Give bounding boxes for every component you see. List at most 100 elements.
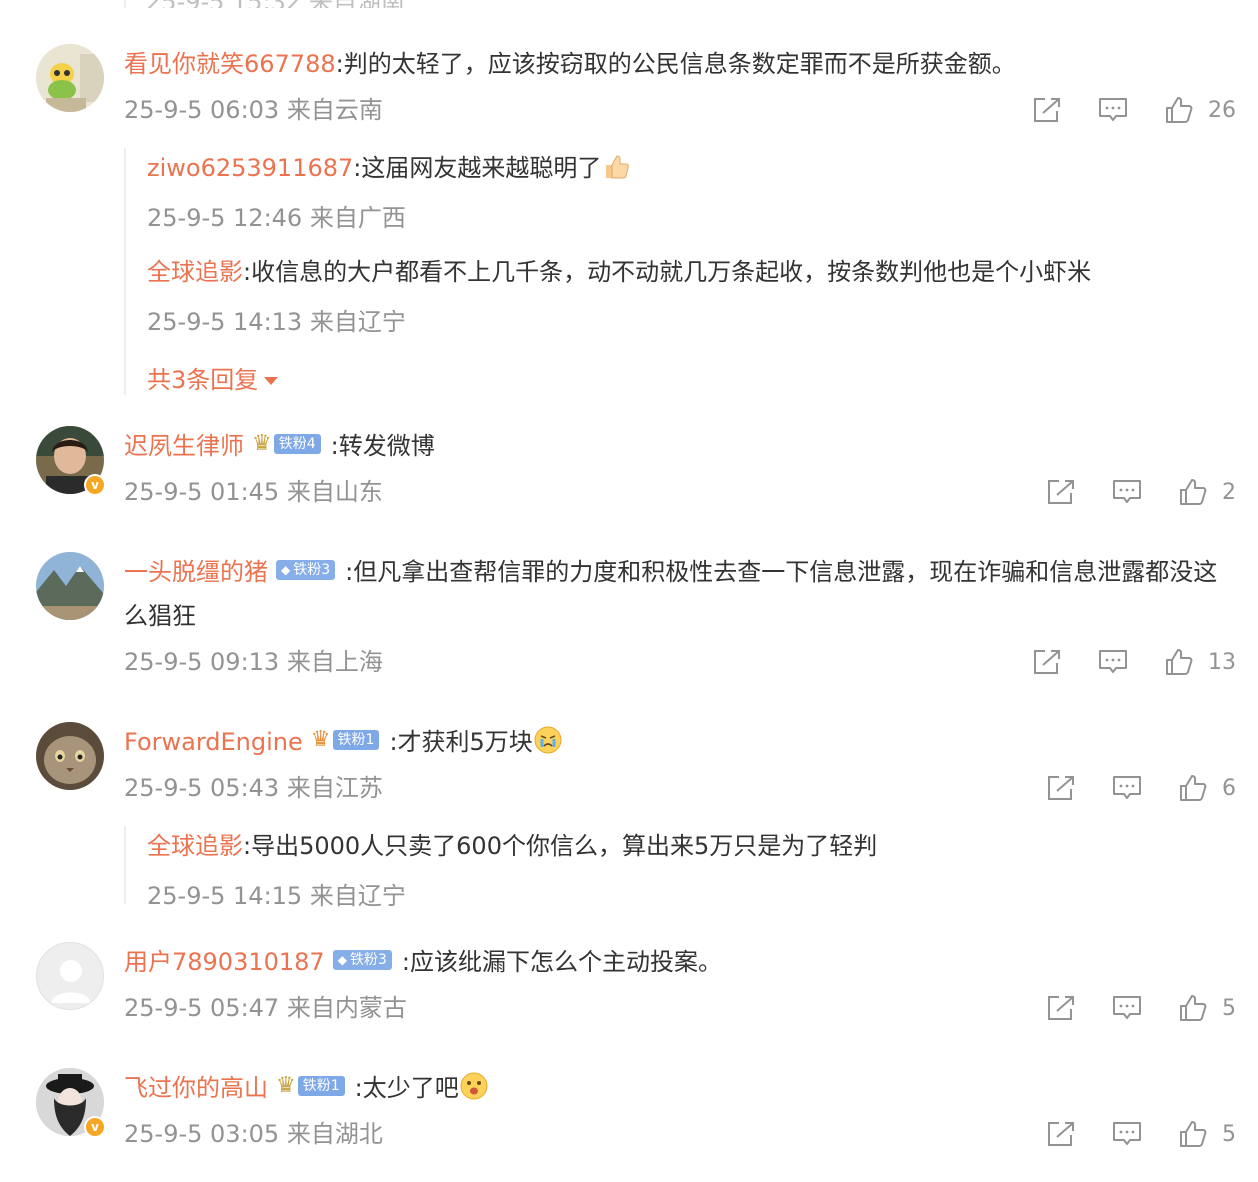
like-button[interactable]: 6 (1178, 773, 1236, 803)
comment-icon (1113, 996, 1141, 1019)
comment-text: :应该纰漏下怎么个主动投案。 (401, 948, 722, 976)
fan-badge: ♛ 铁粉1 (311, 729, 380, 751)
thumbs-up-emoji (601, 151, 631, 181)
avatar[interactable] (36, 552, 104, 620)
comment-button[interactable] (1098, 96, 1128, 124)
crown-icon: ♛ (310, 727, 331, 752)
repost-icon (1034, 98, 1060, 122)
repost-button[interactable] (1032, 648, 1062, 676)
repost-icon (1048, 1122, 1074, 1146)
reply-username-link[interactable]: 全球追影 (147, 832, 243, 860)
like-count: 13 (1208, 649, 1236, 675)
reply-content: 全球追影:导出5000人只卖了600个你信么，算出来5万只是为了轻判 (147, 826, 877, 866)
fan-badge: ♛ 铁粉4 (252, 433, 321, 455)
diamond-icon: ◆ (337, 953, 347, 967)
comment-actions: 26 (996, 95, 1236, 125)
fan-badge: ♛ 铁粉1 (276, 1075, 345, 1097)
avatar[interactable]: v (36, 426, 106, 496)
comment-actions: 5 (1010, 993, 1236, 1023)
verified-badge-icon: v (84, 474, 106, 496)
comment-actions: 5 (1010, 1119, 1236, 1149)
chevron-down-icon (264, 377, 279, 385)
like-button[interactable]: 5 (1178, 993, 1236, 1023)
reply-username-link[interactable]: ziwo6253911687 (147, 154, 353, 182)
username-link[interactable]: 用户7890310187 (124, 948, 325, 976)
username-link[interactable]: ForwardEngine (124, 728, 303, 756)
comment-content: 迟夙生律师 ♛ 铁粉4:转发微博 (124, 424, 1218, 468)
like-count: 26 (1208, 97, 1236, 123)
comment-text: :判的太轻了，应该按窃取的公民信息条数定罪而不是所获金额。 (335, 50, 1016, 78)
reply-content: 全球追影:收信息的大户都看不上几千条，动不动就几万条起收，按条数判他也是个小虾米 (147, 252, 1091, 292)
comment-meta: 25-9-5 05:43 来自江苏 (124, 774, 383, 802)
like-button[interactable]: 5 (1178, 1119, 1236, 1149)
comment-icon (1113, 776, 1141, 799)
like-count: 5 (1222, 1121, 1236, 1147)
comment-meta: 25-9-5 09:13 来自上海 (124, 648, 383, 676)
avatar-image (36, 722, 104, 790)
comment-button[interactable] (1112, 994, 1142, 1022)
verified-badge-icon: v (84, 1116, 106, 1138)
avatar[interactable] (36, 44, 104, 112)
reply-content: ziwo6253911687:这届网友越来越聪明了 (147, 148, 631, 188)
repost-button[interactable] (1046, 994, 1076, 1022)
comment-button[interactable] (1112, 774, 1142, 802)
diamond-icon: ◆ (281, 563, 291, 577)
comment-button[interactable] (1112, 1120, 1142, 1148)
like-count: 5 (1222, 995, 1236, 1021)
repost-button[interactable] (1046, 478, 1076, 506)
comment-text: :才获利5万块 (389, 728, 533, 756)
reply-text: :收信息的大户都看不上几千条，动不动就几万条起收，按条数判他也是个小虾米 (243, 258, 1092, 286)
username-link[interactable]: 迟夙生律师 (124, 432, 244, 460)
username-link[interactable]: 一头脱缰的猪 (124, 558, 268, 586)
thumbs-up-icon (1180, 1121, 1207, 1147)
thumbs-up-icon (1180, 995, 1207, 1021)
like-count: 6 (1222, 775, 1236, 801)
default-avatar-icon (36, 942, 104, 1010)
more-replies-link[interactable]: 共3条回复 (147, 360, 279, 395)
repost-icon (1048, 776, 1074, 800)
username-link[interactable]: 看见你就笑667788 (124, 50, 336, 78)
avatar[interactable] (36, 942, 104, 1010)
like-button[interactable]: 2 (1178, 477, 1236, 507)
thumbs-up-icon (1166, 649, 1193, 675)
like-count: 2 (1222, 479, 1236, 505)
thumbs-up-icon (1166, 97, 1193, 123)
username-link[interactable]: 飞过你的高山 (124, 1074, 268, 1102)
avatar-image (36, 552, 104, 620)
fan-badge: ◆ 铁粉3 (276, 559, 336, 581)
previous-reply-meta: 25-9-5 15:32 来自湖南 (124, 0, 526, 8)
avatar-image (36, 44, 104, 112)
comment-content: 用户7890310187 ◆ 铁粉3 :应该纰漏下怎么个主动投案。 (124, 940, 1218, 984)
comment-actions: 13 (996, 647, 1236, 677)
reply-username-link[interactable]: 全球追影 (147, 258, 243, 286)
like-button[interactable]: 13 (1164, 647, 1236, 677)
surprised-emoji (459, 1071, 489, 1101)
comment-content: ForwardEngine ♛ 铁粉1 :才获利5万块 (124, 720, 1218, 764)
comment-content: 一头脱缰的猪 ◆ 铁粉3:但凡拿出查帮信罪的力度和积极性去查一下信息泄露，现在诈骗和… (124, 550, 1218, 638)
fan-badge: ◆ 铁粉3 (332, 949, 392, 971)
reply-list: 全球追影:导出5000人只卖了600个你信么，算出来5万只是为了轻判 25-9-… (124, 826, 1218, 910)
comment-content: 飞过你的高山 ♛ 铁粉1:太少了吧 (124, 1066, 1218, 1110)
repost-button[interactable] (1032, 96, 1062, 124)
comment-meta: 25-9-5 01:45 来自山东 (124, 478, 383, 506)
repost-icon (1034, 650, 1060, 674)
comment-actions: 6 (1010, 773, 1236, 803)
crown-icon: ♛ (252, 431, 272, 456)
comment-button[interactable] (1112, 478, 1142, 506)
thumbs-up-icon (1180, 479, 1207, 505)
reply-text: :这届网友越来越聪明了 (353, 154, 602, 182)
crying-emoji (533, 725, 563, 755)
reply-meta: 25-9-5 12:46 来自广西 (147, 204, 406, 232)
comment-button[interactable] (1098, 648, 1128, 676)
avatar[interactable] (36, 722, 104, 790)
comment-content: 看见你就笑667788:判的太轻了，应该按窃取的公民信息条数定罪而不是所获金额。 (124, 42, 1218, 86)
crown-icon: ♛ (276, 1073, 296, 1098)
repost-button[interactable] (1046, 774, 1076, 802)
comment-meta: 25-9-5 06:03 来自云南 (124, 96, 383, 124)
like-button[interactable]: 26 (1164, 95, 1236, 125)
reply-text: :导出5000人只卖了600个你信么，算出来5万只是为了轻判 (243, 832, 878, 860)
repost-button[interactable] (1046, 1120, 1076, 1148)
avatar[interactable]: v (36, 1068, 106, 1138)
comment-meta: 25-9-5 05:47 来自内蒙古 (124, 994, 407, 1022)
comment-actions: 2 (1010, 477, 1236, 507)
